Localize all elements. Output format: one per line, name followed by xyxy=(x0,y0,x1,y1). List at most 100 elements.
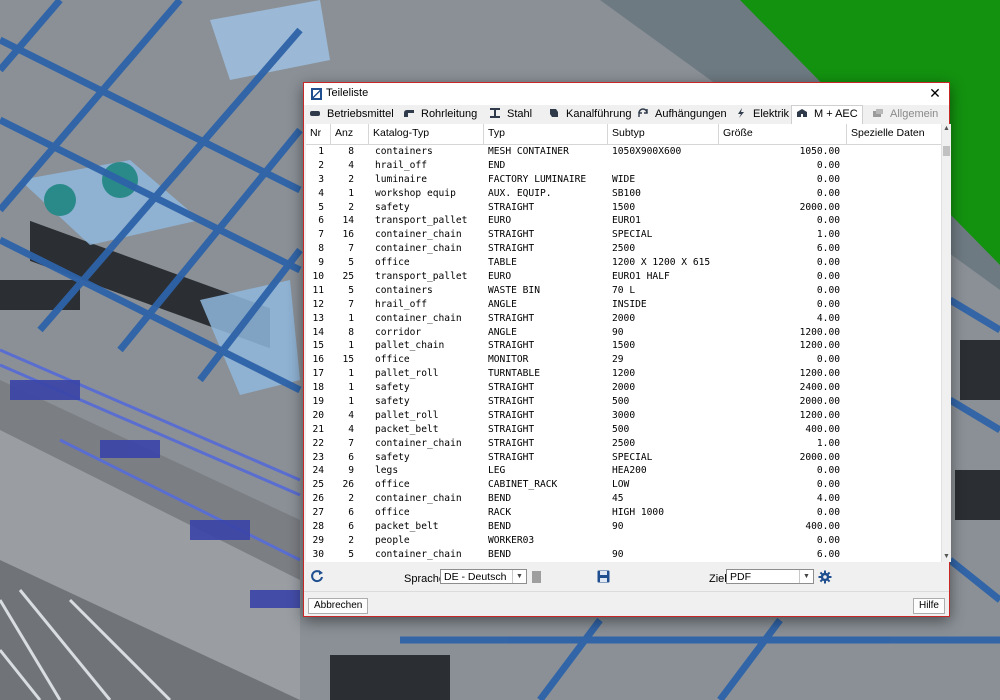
table-row[interactable]: 4 1 workshop equip AUX. EQUIP. SB100 0.00 xyxy=(306,187,941,201)
cell-typ: STRAIGHT xyxy=(488,243,535,255)
cell-groesse: 4.00 xyxy=(816,312,840,324)
cell-anz: 7 xyxy=(348,437,354,449)
vertical-scrollbar[interactable]: ▲ ▼ xyxy=(941,124,951,562)
column-header-groesse[interactable]: Größe xyxy=(719,124,847,144)
tab-aufhaengungen[interactable]: Aufhängungen xyxy=(637,106,727,123)
scroll-up-icon[interactable]: ▲ xyxy=(942,124,951,134)
table-row[interactable]: 5 2 safety STRAIGHT 1500 2000.00 xyxy=(306,201,941,215)
table-row[interactable]: 13 1 container_chain STRAIGHT 2000 4.00 xyxy=(306,312,941,326)
table-row[interactable]: 20 4 pallet_roll STRAIGHT 3000 1200.00 xyxy=(306,409,941,423)
table-row[interactable]: 10 25 transport_pallet EURO EURO1 HALF 0.00 xyxy=(306,270,941,284)
table-row[interactable]: 30 5 container_chain BEND 90 6.00 xyxy=(306,548,941,562)
cell-katalog-typ: corridor xyxy=(375,326,422,338)
cell-typ: MESH CONTAINER xyxy=(488,146,569,157)
cell-typ: AUX. EQUIP. xyxy=(488,187,552,199)
column-header-subtyp[interactable]: Subtyp xyxy=(608,124,719,144)
table-row[interactable]: 1 8 containers MESH CONTAINER 1050X900X600 10… xyxy=(306,145,941,159)
cell-anz: 4 xyxy=(348,159,354,171)
table-row[interactable]: 21 4 packet_belt STRAIGHT 500 400.00 xyxy=(306,423,941,437)
cell-groesse: 6.00 xyxy=(816,548,840,560)
close-button[interactable]: ✕ xyxy=(927,85,943,101)
cell-groesse: 0.00 xyxy=(816,159,840,171)
table-row[interactable]: 6 14 transport_pallet EURO EURO1 0.00 xyxy=(306,214,941,228)
cell-subtyp: 1200 X 1200 X 615 xyxy=(612,257,711,269)
table-row[interactable]: 29 2 people WORKER03 0.00 xyxy=(306,534,941,548)
tab-betriebsmittel[interactable]: Betriebsmittel xyxy=(309,106,394,123)
cancel-button[interactable]: Abbrechen xyxy=(308,598,369,614)
column-header-nr[interactable]: Nr xyxy=(306,124,331,144)
cell-typ: STRAIGHT xyxy=(488,423,535,435)
cell-subtyp: 2000 xyxy=(612,312,636,324)
gear-icon[interactable] xyxy=(818,570,832,584)
cell-nr: 9 xyxy=(318,257,324,269)
language-select[interactable]: DE - Deutsch ▼ xyxy=(440,569,527,584)
cell-nr: 6 xyxy=(318,215,324,227)
tab-allgemein[interactable]: Allgemein xyxy=(872,106,938,123)
cell-groesse: 0.00 xyxy=(816,534,840,546)
language-label: Sprache xyxy=(404,573,445,585)
table-row[interactable]: 24 9 legs LEG HEA200 0.00 xyxy=(306,464,941,478)
cell-typ: STRAIGHT xyxy=(488,229,535,241)
cell-nr: 13 xyxy=(312,312,324,324)
cell-subtyp: EURO1 xyxy=(612,215,641,227)
table-row[interactable]: 11 5 containers WASTE BIN 70 L 0.00 xyxy=(306,284,941,298)
table-row[interactable]: 2 4 hrail_off END 0.00 xyxy=(306,159,941,173)
cell-groesse: 1.00 xyxy=(816,437,840,449)
table-row[interactable]: 19 1 safety STRAIGHT 500 2000.00 xyxy=(306,395,941,409)
cell-subtyp: 1050X900X600 xyxy=(612,146,682,157)
table-row[interactable]: 26 2 container_chain BEND 45 4.00 xyxy=(306,492,941,506)
table-row[interactable]: 25 26 office CABINET_RACK LOW 0.00 xyxy=(306,478,941,492)
column-header-typ[interactable]: Typ xyxy=(484,124,608,144)
equipment-icon xyxy=(310,111,320,116)
category-tabs: Betriebsmittel Rohrleitung Stahl Kanalfü… xyxy=(305,105,949,124)
column-header-spezielle-daten[interactable]: Spezielle Daten xyxy=(847,124,941,144)
language-extra-button[interactable] xyxy=(532,571,541,583)
cell-groesse: 0.00 xyxy=(816,354,840,366)
tab-elektrik[interactable]: Elektrik xyxy=(735,106,789,123)
cell-anz: 26 xyxy=(342,479,354,491)
column-header-anz[interactable]: Anz xyxy=(331,124,369,144)
cell-typ: STRAIGHT xyxy=(488,382,535,394)
tab-kanalfuehrung[interactable]: Kanalführung xyxy=(548,106,631,123)
close-icon: ✕ xyxy=(929,85,941,101)
table-row[interactable]: 16 15 office MONITOR 29 0.00 xyxy=(306,353,941,367)
table-row[interactable]: 17 1 pallet_roll TURNTABLE 1200 1200.00 xyxy=(306,367,941,381)
table-row[interactable]: 12 7 hrail_off ANGLE INSIDE 0.00 xyxy=(306,298,941,312)
cell-subtyp: SPECIAL xyxy=(612,229,653,241)
table-row[interactable]: 9 5 office TABLE 1200 X 1200 X 615 0.00 xyxy=(306,256,941,270)
table-row[interactable]: 22 7 container_chain STRAIGHT 2500 1.00 xyxy=(306,437,941,451)
cell-typ: ANGLE xyxy=(488,298,517,310)
table-row[interactable]: 18 1 safety STRAIGHT 2000 2400.00 xyxy=(306,381,941,395)
table-row[interactable]: 15 1 pallet_chain STRAIGHT 1500 1200.00 xyxy=(306,339,941,353)
cell-nr: 8 xyxy=(318,243,324,255)
cell-katalog-typ: transport_pallet xyxy=(375,215,468,227)
cell-groesse: 400.00 xyxy=(805,423,840,435)
cell-subtyp: EURO1 HALF xyxy=(612,271,670,283)
refresh-icon[interactable] xyxy=(310,569,324,583)
cell-typ: STRAIGHT xyxy=(488,451,535,463)
tab-rohrleitung[interactable]: Rohrleitung xyxy=(403,106,477,123)
table-row[interactable]: 27 6 office RACK HIGH 1000 0.00 xyxy=(306,506,941,520)
table-row[interactable]: 8 7 container_chain STRAIGHT 2500 6.00 xyxy=(306,242,941,256)
cell-typ: BEND xyxy=(488,493,512,505)
tab-stahl[interactable]: Stahl xyxy=(489,106,532,123)
cell-nr: 20 xyxy=(312,409,324,421)
title-bar[interactable]: Teileliste ✕ xyxy=(304,83,949,105)
table-row[interactable]: 14 8 corridor ANGLE 90 1200.00 xyxy=(306,326,941,340)
help-button[interactable]: Hilfe xyxy=(912,598,945,614)
tab-m-aec[interactable]: M + AEC xyxy=(791,105,863,124)
cell-subtyp: 45 xyxy=(612,493,624,505)
table-row[interactable]: 28 6 packet_belt BEND 90 400.00 xyxy=(306,520,941,534)
cell-nr: 11 xyxy=(312,284,324,296)
table-row[interactable]: 7 16 container_chain STRAIGHT SPECIAL 1.00 xyxy=(306,228,941,242)
scroll-down-icon[interactable]: ▼ xyxy=(942,552,951,562)
chevron-down-icon: ▼ xyxy=(512,570,526,583)
target-select[interactable]: PDF ▼ xyxy=(726,569,814,584)
save-icon[interactable] xyxy=(597,570,610,583)
cell-typ: BEND xyxy=(488,548,512,560)
column-header-katalog-typ[interactable]: Katalog-Typ xyxy=(369,124,484,144)
table-row[interactable]: 3 2 luminaire FACTORY LUMINAIRE WIDE 0.00 xyxy=(306,173,941,187)
cell-groesse: 2400.00 xyxy=(799,382,840,394)
table-row[interactable]: 23 6 safety STRAIGHT SPECIAL 2000.00 xyxy=(306,451,941,465)
scrollbar-thumb[interactable] xyxy=(943,146,950,156)
